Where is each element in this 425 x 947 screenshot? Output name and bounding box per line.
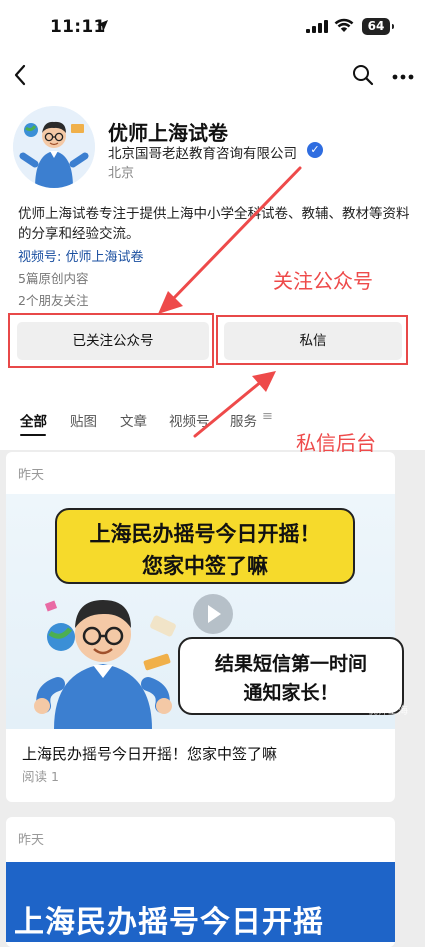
post-date: 昨天 — [18, 833, 45, 848]
friends-following-count[interactable]: 2个朋友关注 — [18, 290, 88, 309]
account-description: 优师上海试卷专注于提供上海中小学全科试卷、教辅、教材等资料的分享和经验交流。 — [18, 206, 410, 242]
search-icon[interactable] — [352, 64, 374, 86]
thumbnail-subtitle-line-1: 结果短信第一时间 — [214, 653, 367, 675]
verified-badge-icon: ✓ — [307, 142, 323, 158]
active-tab-indicator — [20, 434, 46, 436]
more-options-icon[interactable] — [392, 74, 414, 80]
tab-images[interactable]: 贴图 — [70, 410, 97, 430]
tab-services[interactable]: 服务 — [230, 410, 257, 430]
post-read-count: 阅读 1 — [22, 769, 59, 784]
signal-icon — [306, 20, 328, 33]
thumbnail-headline-banner: 上海民办摇号今日开摇！ 您家中签了嘛 — [55, 508, 355, 584]
account-location: 北京 — [108, 166, 135, 181]
wifi-icon — [334, 18, 354, 32]
annotation-box-follow — [8, 313, 214, 368]
tab-all[interactable]: 全部 — [20, 410, 47, 430]
teacher-avatar-illustration — [13, 106, 95, 188]
post-title[interactable]: 上海民办摇号今日开摇！您家中签了嘛 — [22, 743, 277, 764]
thumbnail-watermark: 优师上海 — [368, 706, 408, 717]
video-channel-link[interactable]: 视频号: 优师上海试卷 — [18, 246, 144, 265]
thumbnail-headline-line-1: 上海民办摇号今日开摇！ — [89, 522, 321, 546]
post-date: 昨天 — [18, 468, 45, 483]
original-content-count[interactable]: 5篇原创内容 — [18, 268, 88, 287]
tab-menu-icon[interactable]: ≡ — [262, 409, 273, 424]
company-name: 北京国哥老赵教育咨询有限公司 — [108, 146, 297, 162]
thumbnail-headline-line-2: 您家中签了嘛 — [142, 554, 268, 578]
annotation-message-label: 私信后台 — [296, 431, 376, 455]
annotation-follow-label: 关注公众号 — [273, 269, 373, 293]
annotation-box-message — [216, 315, 408, 365]
battery-indicator: 64 — [362, 18, 394, 35]
thumbnail-subtitle-line-2: 通知家长！ — [243, 682, 339, 704]
thumbnail-headline: 上海民办摇号今日开摇 — [14, 905, 324, 940]
play-icon[interactable] — [193, 594, 233, 634]
location-arrow-icon — [96, 20, 108, 32]
avatar — [13, 106, 95, 188]
tab-articles[interactable]: 文章 — [120, 410, 147, 430]
tab-channels[interactable]: 视频号 — [169, 410, 210, 430]
back-arrow-icon[interactable] — [12, 63, 28, 87]
